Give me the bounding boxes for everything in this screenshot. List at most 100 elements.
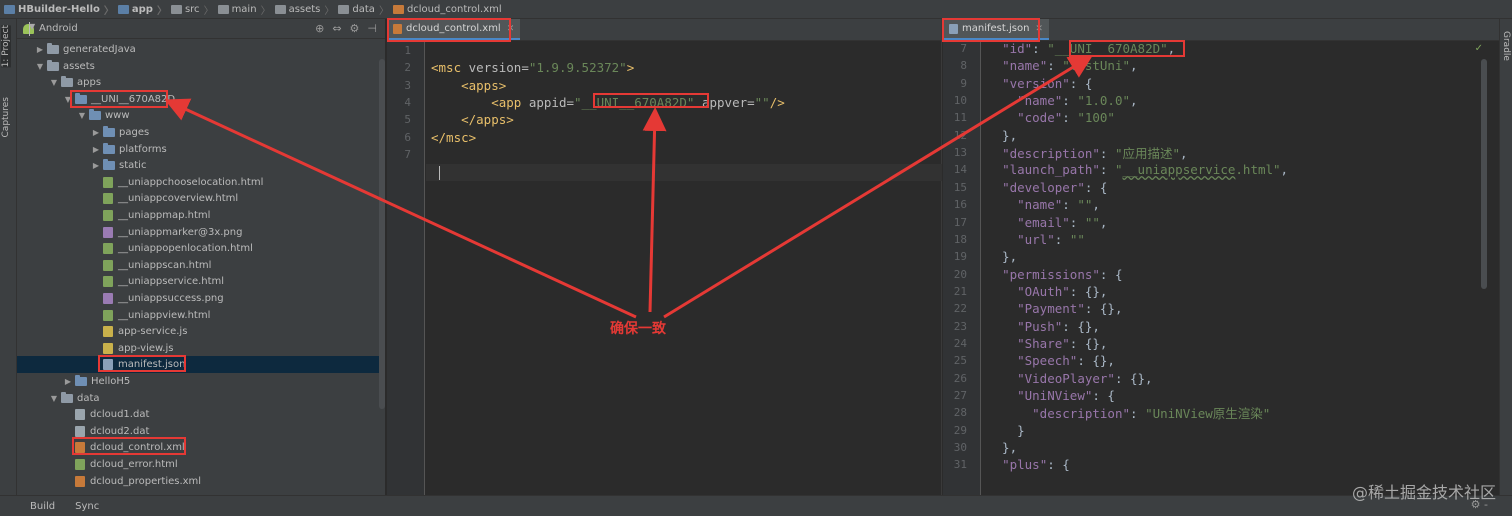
code-line: 1 [387, 42, 941, 59]
breadcrumb-item[interactable]: main 〉 [217, 2, 271, 17]
code-line: 29 } [943, 422, 1499, 439]
tree-item[interactable]: ▼ www [17, 107, 379, 124]
tree-item[interactable]: dcloud1.dat [17, 406, 379, 423]
breadcrumb-item[interactable]: assets 〉 [274, 2, 334, 17]
hide-icon[interactable]: ⊣ [367, 22, 377, 35]
line-number: 30 [953, 441, 967, 455]
highlight-box-appid [593, 93, 709, 108]
breadcrumb-item[interactable]: dcloud_control.xml [392, 3, 502, 15]
sync-icon[interactable]: ⊕ [315, 22, 324, 35]
captures-tool-tab[interactable]: Captures [1, 97, 11, 137]
line-number: 6 [404, 130, 411, 144]
code-line: 10 "name": "1.0.0", [943, 92, 1499, 109]
tree-item[interactable]: __uniappservice.html [17, 273, 379, 290]
project-scrollbar[interactable] [379, 59, 385, 409]
chevron-down-icon[interactable]: ▼ [77, 111, 87, 120]
chevron-right-icon[interactable]: ▶ [91, 161, 101, 170]
breadcrumb-item[interactable]: HBuilder-Hello 〉 [4, 2, 114, 17]
tree-item-label: pages [119, 127, 150, 138]
tree-item-label: app-service.js [118, 326, 188, 338]
tree-item[interactable]: ▼ assets [17, 58, 379, 75]
tree-item-label: app-view.js [118, 342, 174, 354]
tree-item[interactable]: __uniappcoverview.html [17, 190, 379, 207]
tree-item[interactable]: manifest.json [17, 356, 379, 374]
tree-item[interactable]: ▶ static [17, 157, 379, 174]
code-token: } [987, 422, 1025, 438]
tree-item[interactable]: app-view.js [17, 340, 379, 357]
folder-icon [47, 59, 59, 71]
project-tool-tab[interactable]: 1: Project [1, 25, 11, 68]
code-token: , [1130, 93, 1138, 109]
build-tab[interactable]: Build [30, 501, 55, 512]
folder-icon [274, 4, 286, 14]
tree-item[interactable]: ▼ apps [17, 74, 379, 91]
chevron-down-icon[interactable]: ▼ [29, 21, 35, 36]
tree-item[interactable]: ▶ pages [17, 124, 379, 141]
tree-item[interactable]: dcloud_properties.xml [17, 473, 379, 490]
folder-icon [170, 4, 182, 14]
chevron-right-icon[interactable]: ▶ [91, 145, 101, 154]
chevron-right-icon[interactable]: ▶ [91, 128, 101, 137]
tree-item[interactable]: __uniappscan.html [17, 257, 379, 274]
project-view-selector[interactable]: Android [39, 23, 78, 34]
tree-item[interactable]: ▶ HelloH5 [17, 373, 379, 390]
collapse-icon[interactable]: ⇔ [332, 22, 341, 35]
code-token: "id" [1002, 41, 1033, 56]
annotation-label: 确保一致 [610, 321, 666, 337]
gear-icon[interactable]: ⚙ [350, 22, 360, 35]
code-token: : { [1099, 266, 1123, 282]
breadcrumb-item[interactable]: app 〉 [117, 2, 167, 17]
tree-item[interactable]: __uniappview.html [17, 307, 379, 324]
text-caret [439, 166, 440, 180]
tree-item[interactable]: app-service.js [17, 323, 379, 340]
tree-item[interactable]: dcloud_error.html [17, 456, 379, 473]
code-text: "name": "", [981, 197, 1100, 212]
chevron-right-icon[interactable]: ▶ [63, 377, 73, 386]
chevron-down-icon[interactable]: ▼ [35, 62, 45, 71]
code-line: 18 "url": "" [943, 231, 1499, 248]
tree-item-label: assets [63, 60, 95, 72]
tree-item[interactable]: __uniappmarker@3x.png [17, 224, 379, 241]
code-token: <app [491, 94, 529, 110]
tree-item[interactable]: __uniappchooselocation.html [17, 174, 379, 191]
code-token: <msc [431, 60, 469, 76]
tree-item[interactable]: ▶ platforms [17, 141, 379, 158]
tree-item[interactable]: __uniappopenlocation.html [17, 240, 379, 257]
code-token: : [1130, 406, 1146, 422]
code-line: 26 "VideoPlayer": {}, [943, 370, 1499, 387]
code-line: 7 [387, 146, 941, 163]
code-token: : [1062, 197, 1078, 213]
line-number: 10 [953, 94, 967, 108]
breadcrumb-item[interactable]: src 〉 [170, 2, 214, 17]
breadcrumb-label: dcloud_control.xml [406, 3, 502, 15]
breadcrumb-item[interactable]: data 〉 [338, 2, 389, 17]
line-number: 9 [960, 76, 967, 90]
code-token: : {}, [1077, 353, 1115, 369]
code-text: "email": "", [981, 215, 1107, 230]
line-number: 3 [404, 78, 411, 92]
tree-item-label: apps [77, 77, 102, 89]
tree-item[interactable]: __uniappsuccess.png [17, 290, 379, 307]
dat-file-icon [75, 409, 85, 421]
tree-item[interactable]: ▼ data [17, 390, 379, 407]
line-number: 15 [953, 180, 967, 194]
code-text: "plus": { [981, 457, 1070, 472]
code-token: "100" [1077, 110, 1115, 126]
chevron-down-icon[interactable]: ▼ [49, 394, 59, 403]
code-token: appid= [528, 94, 575, 110]
tree-item[interactable]: __uniappmap.html [17, 207, 379, 224]
gradle-tool-tab[interactable]: Gradle [1501, 31, 1511, 61]
chevron-right-icon[interactable]: ▶ [35, 45, 45, 54]
code-line: 11 "code": "100" [943, 109, 1499, 126]
tree-item[interactable]: ▶ generatedJava [17, 41, 379, 58]
code-token: "name" [1017, 197, 1063, 213]
code-line: 7 "id": "__UNI__670A82D", [943, 40, 1499, 57]
sync-tab[interactable]: Sync [75, 501, 99, 512]
chevron-down-icon[interactable]: ▼ [49, 78, 59, 87]
